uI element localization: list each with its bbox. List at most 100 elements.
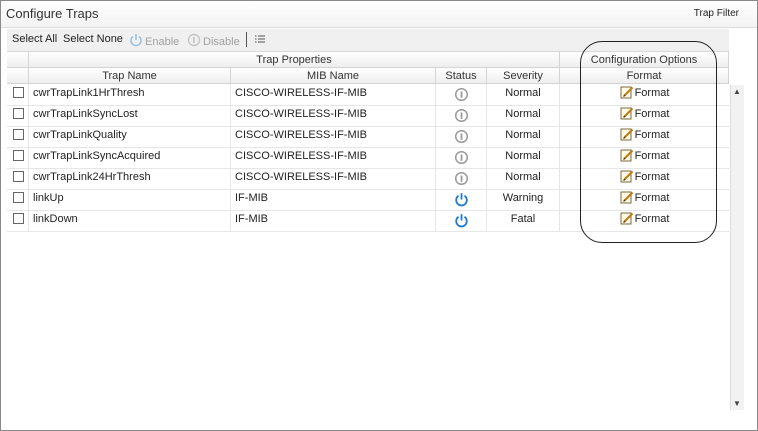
select-cell xyxy=(7,189,29,210)
severity-cell: Normal xyxy=(487,147,560,168)
format-link[interactable]: Format xyxy=(560,168,729,189)
mib-name-cell: IF-MIB xyxy=(231,189,436,210)
format-link[interactable]: Format xyxy=(560,84,729,105)
edit-format-icon xyxy=(620,170,633,183)
select-none-button[interactable]: Select None xyxy=(63,33,123,45)
scroll-down-icon[interactable]: ▼ xyxy=(733,399,741,408)
row-checkbox[interactable] xyxy=(13,150,24,161)
format-link[interactable]: Format xyxy=(560,105,729,126)
format-label: Format xyxy=(634,129,670,141)
trap-name-cell: cwrTrapLink1HrThresh xyxy=(29,84,231,105)
status-cell[interactable] xyxy=(436,168,487,189)
format-link[interactable]: Format xyxy=(560,210,729,231)
group-header-trap-properties: Trap Properties xyxy=(29,52,560,68)
row-checkbox[interactable] xyxy=(13,129,24,140)
severity-cell: Warning xyxy=(487,189,560,210)
severity-cell: Normal xyxy=(487,105,560,126)
disable-label: Disable xyxy=(203,36,240,48)
column-header-format[interactable]: Format xyxy=(560,68,729,84)
status-icon xyxy=(454,87,468,102)
table-row[interactable]: linkDown IF-MIB Fatal Format xyxy=(7,210,729,232)
edit-format-icon xyxy=(620,149,633,162)
format-label: Format xyxy=(634,171,670,183)
table-row[interactable]: linkUp IF-MIB Warning Format xyxy=(7,189,729,211)
table-row[interactable]: cwrTrapLink24HrThresh CISCO-WIRELESS-IF-M… xyxy=(7,168,729,190)
trap-name-cell: cwrTrapLink24HrThresh xyxy=(29,168,231,189)
table-row[interactable]: cwrTrapLinkSyncLost CISCO-WIRELESS-IF-MIB… xyxy=(7,105,729,127)
group-header-spacer xyxy=(7,52,29,68)
format-label: Format xyxy=(634,150,670,162)
format-label: Format xyxy=(634,108,670,120)
format-link[interactable]: Format xyxy=(560,189,729,210)
edit-format-icon xyxy=(620,107,633,120)
edit-format-icon xyxy=(620,212,633,225)
toolbar-separator xyxy=(246,32,247,47)
format-label: Format xyxy=(634,192,670,204)
mib-name-cell: CISCO-WIRELESS-IF-MIB xyxy=(231,126,436,147)
configure-traps-panel: Configure Traps Trap Filter Select All S… xyxy=(0,0,758,431)
row-checkbox[interactable] xyxy=(13,108,24,119)
mib-name-cell: CISCO-WIRELESS-IF-MIB xyxy=(231,84,436,105)
mib-name-cell: IF-MIB xyxy=(231,210,436,231)
trap-name-cell: cwrTrapLinkQuality xyxy=(29,126,231,147)
trap-filter-link[interactable]: Trap Filter xyxy=(694,8,739,19)
disable-button[interactable]: Disable xyxy=(187,33,240,48)
edit-format-icon xyxy=(620,191,633,204)
table-row[interactable]: cwrTrapLinkQuality CISCO-WIRELESS-IF-MIB N… xyxy=(7,126,729,148)
panel-title: Configure Traps xyxy=(6,6,99,21)
enable-button[interactable]: Enable xyxy=(129,33,179,48)
select-all-button[interactable]: Select All xyxy=(12,33,57,45)
list-menu-icon[interactable] xyxy=(254,33,266,45)
column-header-select xyxy=(7,68,29,84)
scroll-up-icon[interactable]: ▲ xyxy=(733,87,741,96)
select-cell xyxy=(7,168,29,189)
severity-cell: Normal xyxy=(487,168,560,189)
power-icon xyxy=(454,193,468,207)
vertical-scrollbar[interactable]: ▲ ▼ xyxy=(730,85,744,410)
row-checkbox[interactable] xyxy=(13,87,24,98)
select-cell xyxy=(7,210,29,231)
toolbar: Select All Select None Enable Disable xyxy=(7,29,729,52)
status-icon xyxy=(454,129,468,144)
edit-format-icon xyxy=(620,128,633,141)
format-link[interactable]: Format xyxy=(560,126,729,147)
status-cell[interactable] xyxy=(436,147,487,168)
severity-cell: Fatal xyxy=(487,210,560,231)
column-header-trap-name[interactable]: Trap Name xyxy=(29,68,231,84)
format-link[interactable]: Format xyxy=(560,147,729,168)
select-cell xyxy=(7,126,29,147)
status-icon xyxy=(454,108,468,123)
table-row[interactable]: cwrTrapLink1HrThresh CISCO-WIRELESS-IF-MI… xyxy=(7,84,729,106)
column-header-mib-name[interactable]: MIB Name xyxy=(231,68,436,84)
status-cell[interactable] xyxy=(436,105,487,126)
status-cell[interactable] xyxy=(436,189,487,210)
status-cell[interactable] xyxy=(436,210,487,231)
trap-name-cell: linkDown xyxy=(29,210,231,231)
column-header-severity[interactable]: Severity xyxy=(487,68,560,84)
severity-cell: Normal xyxy=(487,126,560,147)
mib-name-cell: CISCO-WIRELESS-IF-MIB xyxy=(231,105,436,126)
status-icon xyxy=(187,33,201,47)
select-cell xyxy=(7,84,29,105)
select-cell xyxy=(7,147,29,168)
status-icon xyxy=(454,171,468,186)
status-cell[interactable] xyxy=(436,126,487,147)
row-checkbox[interactable] xyxy=(13,213,24,224)
edit-format-icon xyxy=(620,86,633,99)
status-cell[interactable] xyxy=(436,84,487,105)
power-icon xyxy=(454,214,468,228)
group-header-configuration-options: Configuration Options xyxy=(560,52,729,68)
row-checkbox[interactable] xyxy=(13,171,24,182)
format-label: Format xyxy=(634,213,670,225)
trap-name-cell: cwrTrapLinkSyncLost xyxy=(29,105,231,126)
select-cell xyxy=(7,105,29,126)
severity-cell: Normal xyxy=(487,84,560,105)
panel-header: Configure Traps Trap Filter xyxy=(1,1,757,28)
mib-name-cell: CISCO-WIRELESS-IF-MIB xyxy=(231,147,436,168)
trap-name-cell: linkUp xyxy=(29,189,231,210)
table-row[interactable]: cwrTrapLinkSyncAcquired CISCO-WIRELESS-IF… xyxy=(7,147,729,169)
format-label: Format xyxy=(634,87,670,99)
column-header-status[interactable]: Status xyxy=(436,68,487,84)
row-checkbox[interactable] xyxy=(13,192,24,203)
enable-label: Enable xyxy=(145,36,180,48)
